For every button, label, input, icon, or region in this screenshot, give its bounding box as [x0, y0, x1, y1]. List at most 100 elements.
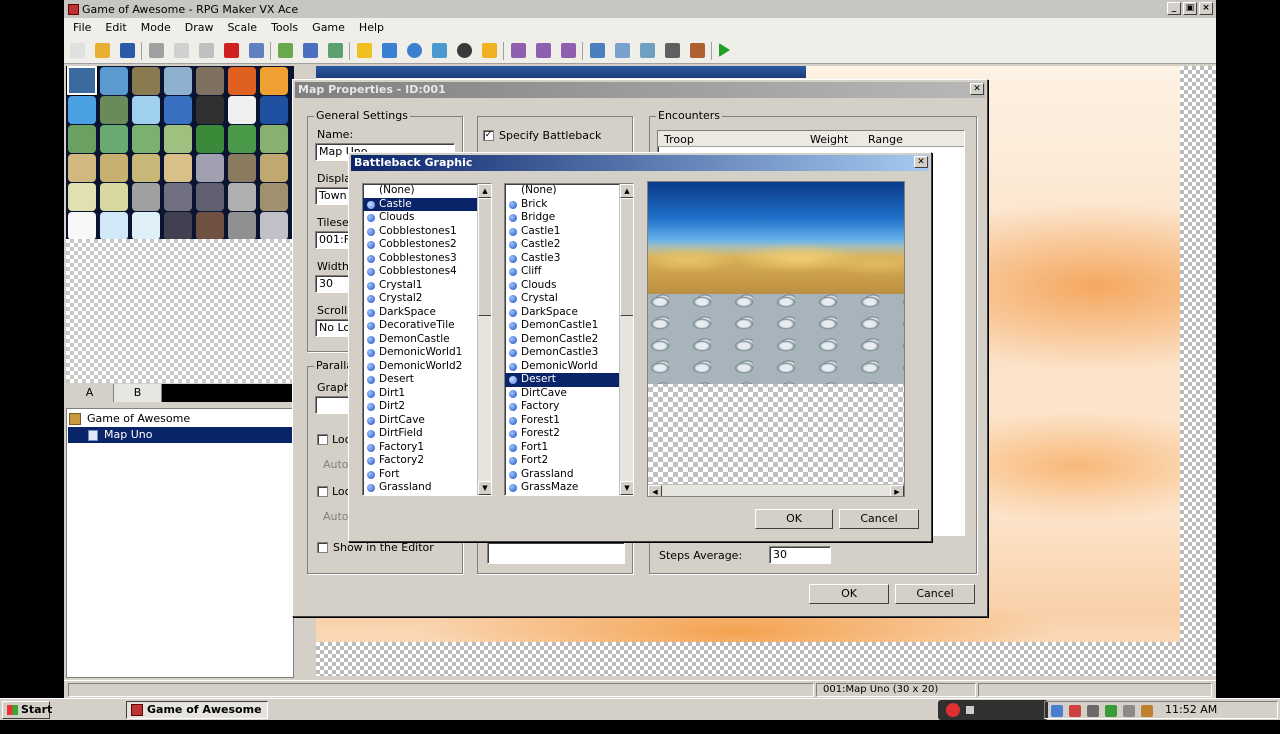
tile-swatch[interactable] [132, 154, 160, 182]
taskbar-app-item[interactable]: Game of Awesome - ... [126, 701, 268, 732]
tile-swatch[interactable] [196, 67, 224, 95]
list-item[interactable]: DemonCastle2 [505, 333, 633, 347]
tile-swatch[interactable] [132, 96, 160, 124]
steps-average-field[interactable]: 30 [769, 546, 831, 564]
scale-1-2-icon[interactable] [511, 43, 526, 58]
scroll-down-arrow[interactable]: ▼ [620, 481, 633, 495]
list-item[interactable]: Forest2 [505, 427, 633, 441]
list-item[interactable]: Fort1 [505, 441, 633, 455]
tile-swatch[interactable] [100, 96, 128, 124]
tile-swatch[interactable] [260, 67, 288, 95]
tile-swatch[interactable] [260, 125, 288, 153]
map-mode-icon[interactable] [278, 43, 293, 58]
battleback-field[interactable] [487, 542, 625, 564]
tile-swatch[interactable] [132, 125, 160, 153]
resource-manager-icon[interactable] [615, 43, 630, 58]
list-item[interactable]: DarkSpace [363, 306, 491, 320]
list-item[interactable]: Crystal2 [363, 292, 491, 306]
tile-swatch[interactable] [68, 183, 96, 211]
tile-swatch[interactable] [100, 125, 128, 153]
tile-swatch[interactable] [164, 125, 192, 153]
tileset-palette[interactable] [66, 66, 294, 239]
new-project-icon[interactable] [70, 43, 85, 58]
tray-app-icon[interactable] [1105, 705, 1117, 717]
scroll-down-arrow[interactable]: ▼ [478, 481, 491, 495]
tile-swatch[interactable] [228, 212, 256, 239]
wall-graphic-list[interactable]: (None) Brick Bridge Castle1 Castle2 Castle3 Cl… [504, 183, 634, 496]
start-button[interactable]: Start [2, 701, 52, 719]
tile-swatch[interactable] [196, 212, 224, 239]
list-item[interactable]: Clouds [363, 211, 491, 225]
list-item[interactable]: Cobblestones2 [363, 238, 491, 252]
paste-icon[interactable] [199, 43, 214, 58]
scroll-left-arrow[interactable]: ◀ [648, 485, 662, 496]
list-item[interactable]: Castle2 [505, 238, 633, 252]
scroll-thumb[interactable] [478, 198, 491, 316]
tile-swatch[interactable] [260, 212, 288, 239]
scroll-thumb[interactable] [620, 198, 633, 316]
battleback-ok-button[interactable]: OK [755, 509, 833, 529]
list-item[interactable]: Dirt2 [363, 400, 491, 414]
list-item[interactable]: DirtCave [505, 387, 633, 401]
copy-icon[interactable] [174, 43, 189, 58]
tile-swatch[interactable] [228, 154, 256, 182]
tile-swatch[interactable] [164, 67, 192, 95]
event-mode-icon[interactable] [303, 43, 318, 58]
rectangle-icon[interactable] [382, 43, 397, 58]
list-item[interactable]: Brick [505, 198, 633, 212]
list-item[interactable]: (None) [505, 184, 633, 198]
sound-test-icon[interactable] [665, 43, 680, 58]
tile-swatch[interactable] [164, 96, 192, 124]
tile-swatch[interactable] [100, 183, 128, 211]
tile-swatch[interactable] [100, 67, 128, 95]
close-button[interactable]: × [1199, 2, 1213, 15]
show-in-editor-checkbox[interactable] [317, 542, 328, 553]
list-item[interactable]: Fort [363, 468, 491, 482]
menu-scale[interactable]: Scale [220, 18, 264, 38]
list-item[interactable]: Cobblestones3 [363, 252, 491, 266]
tile-swatch[interactable] [196, 125, 224, 153]
open-project-icon[interactable] [95, 43, 110, 58]
loop-vertical-checkbox[interactable] [317, 486, 328, 497]
list-item[interactable]: Castle [363, 197, 491, 211]
list-item[interactable]: Desert [505, 373, 633, 387]
menu-mode[interactable]: Mode [134, 18, 178, 38]
tab-b[interactable]: B [114, 384, 162, 402]
list-item[interactable]: (None) [363, 184, 491, 198]
tile-swatch[interactable] [228, 183, 256, 211]
record-icon[interactable] [946, 703, 960, 717]
tile-swatch[interactable] [228, 67, 256, 95]
menu-help[interactable]: Help [352, 18, 391, 38]
list-item[interactable]: Bridge [505, 211, 633, 225]
list-item[interactable]: Factory1 [363, 441, 491, 455]
scroll-right-arrow[interactable]: ▶ [890, 485, 904, 496]
list-item[interactable]: Cobblestones1 [363, 225, 491, 239]
save-project-icon[interactable] [120, 43, 135, 58]
tile-swatch[interactable] [228, 125, 256, 153]
map-properties-cancel-button[interactable]: Cancel [895, 584, 975, 604]
minimize-button[interactable]: _ [1167, 2, 1181, 15]
tile-swatch[interactable] [260, 183, 288, 211]
scroll-up-arrow[interactable]: ▲ [478, 184, 491, 198]
tile-swatch[interactable] [260, 96, 288, 124]
menu-game[interactable]: Game [305, 18, 352, 38]
list-item[interactable]: DemonCastle1 [505, 319, 633, 333]
undo-icon[interactable] [249, 43, 264, 58]
list-item[interactable]: Dirt1 [363, 387, 491, 401]
preview-hscrollbar[interactable]: ◀ ▶ [648, 484, 904, 496]
network-icon[interactable] [1087, 705, 1099, 717]
tile-swatch[interactable] [228, 96, 256, 124]
tile-swatch[interactable] [100, 212, 128, 239]
tile-swatch[interactable] [132, 67, 160, 95]
list-item[interactable]: DemonCastle [363, 333, 491, 347]
playtest-icon[interactable] [719, 43, 730, 57]
menu-file[interactable]: File [66, 18, 98, 38]
tile-swatch[interactable] [196, 154, 224, 182]
menu-tools[interactable]: Tools [264, 18, 305, 38]
tile-swatch[interactable] [100, 154, 128, 182]
scale-1-4-icon[interactable] [536, 43, 551, 58]
shadow-pen-icon[interactable] [457, 43, 472, 58]
list-item[interactable]: DemonicWorld2 [363, 360, 491, 374]
database-icon[interactable] [590, 43, 605, 58]
list-item[interactable]: DecorativeTile [363, 319, 491, 333]
